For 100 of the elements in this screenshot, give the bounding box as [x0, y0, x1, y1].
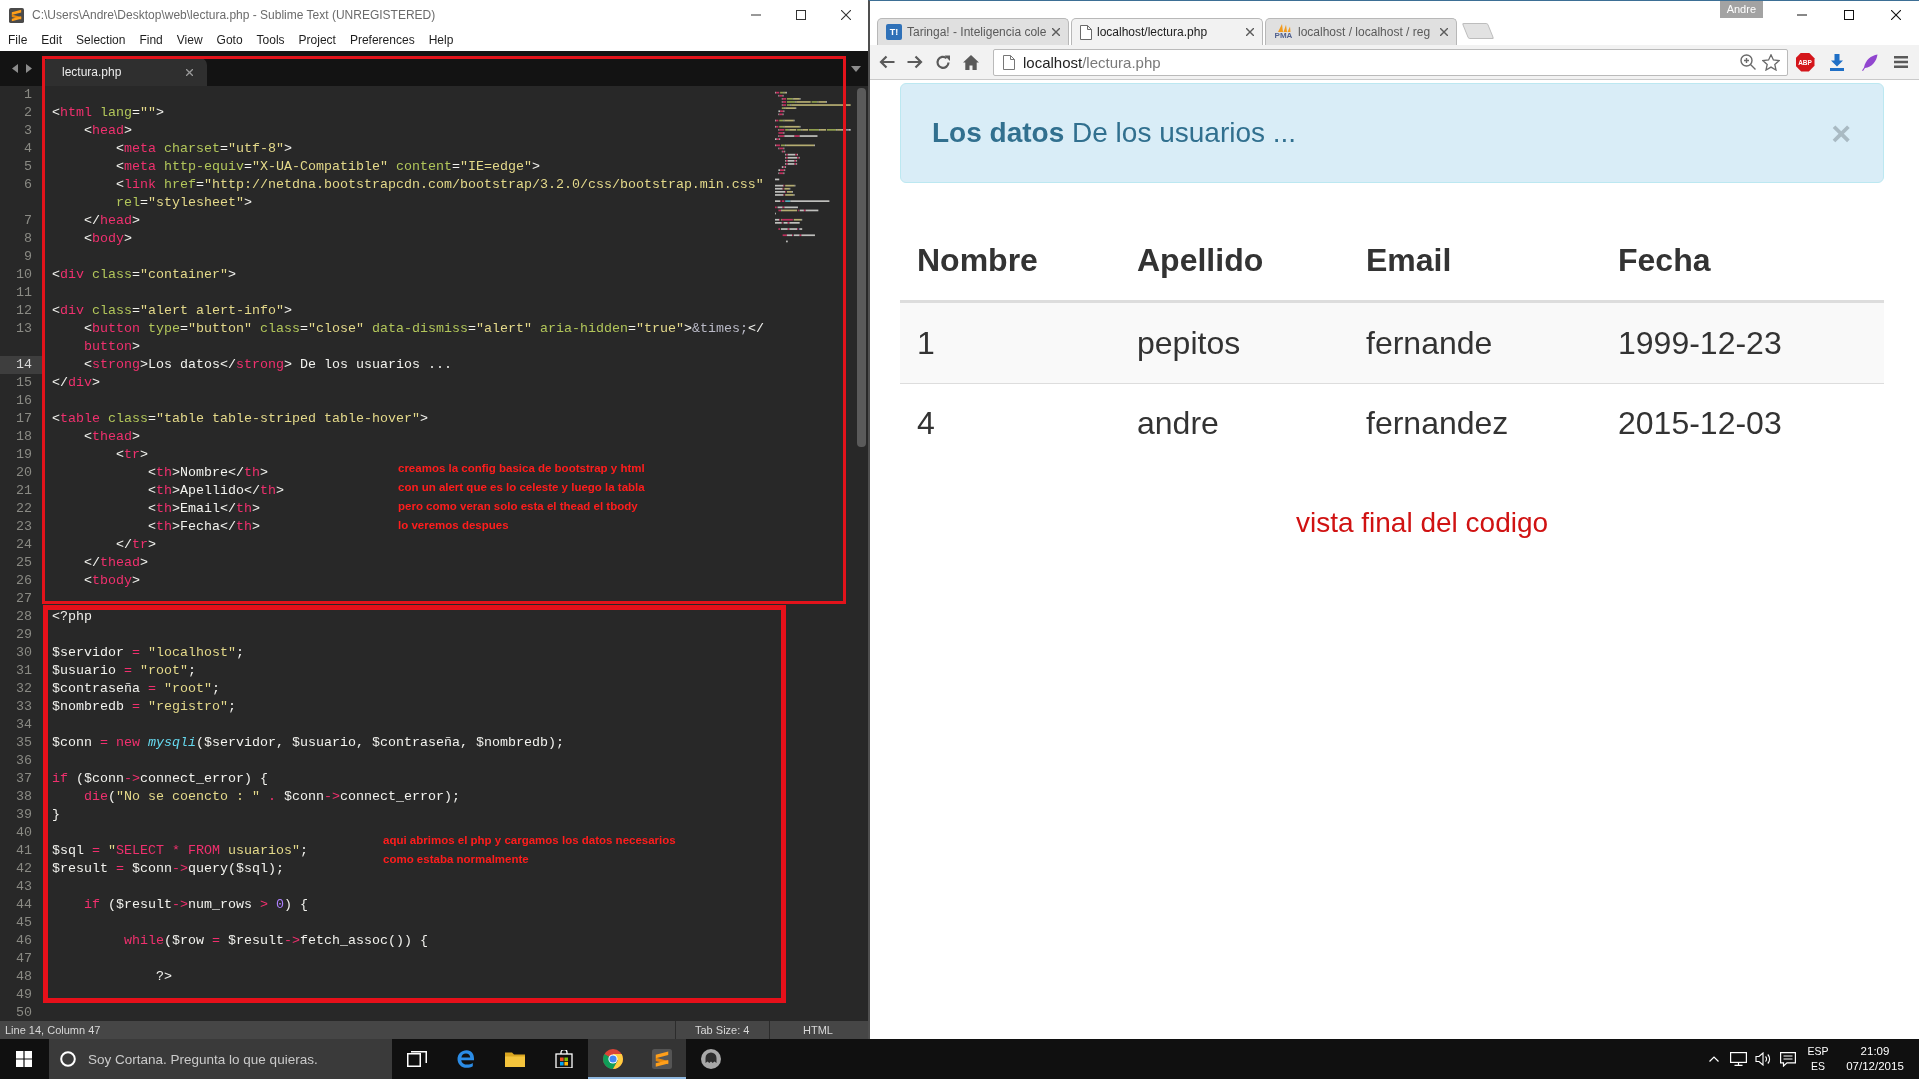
edge-logo-icon	[455, 1049, 476, 1069]
address-field[interactable]: localhost/lectura.php	[993, 48, 1788, 76]
line-number: 29	[16, 626, 32, 644]
table-cell: pepitos	[1137, 324, 1241, 362]
line-number: 1	[24, 86, 32, 104]
line-number: 23	[16, 518, 32, 536]
code-line: <meta http-equiv="X-UA-Compatible" content="IE=edge">	[115, 158, 540, 176]
syntax-label[interactable]: HTML	[803, 1024, 833, 1036]
code-line: $contraseña = "root";	[52, 680, 220, 698]
code-line: $servidor = "localhost";	[52, 644, 244, 662]
taskbar-button[interactable]	[637, 1039, 686, 1079]
browser-tab[interactable]: localhost/lectura.php	[1071, 18, 1263, 45]
caret-right-icon[interactable]	[25, 64, 32, 73]
menu-item[interactable]: Tools	[249, 30, 292, 51]
code-line: <div class="container">	[52, 266, 236, 284]
line-number: 11	[16, 284, 32, 302]
menu-item[interactable]: Find	[132, 30, 170, 51]
windows-logo-icon[interactable]	[16, 1051, 32, 1067]
volume-icon[interactable]	[1754, 1052, 1772, 1066]
code-line: <tbody>	[83, 572, 140, 590]
code-line: $conn = new mysqli($servidor, $usuario, $contraseña, $nombredb);	[52, 734, 564, 752]
line-number: 38	[16, 788, 32, 806]
menu-item[interactable]: Selection	[69, 30, 133, 51]
close-icon[interactable]	[1890, 10, 1901, 20]
caption-text: vista final del codigo	[1295, 507, 1549, 539]
favicon-badge: T!	[886, 24, 902, 40]
line-number: 22	[16, 500, 32, 518]
code-line: <th>Apellido</th>	[146, 482, 284, 500]
code-line: die("No se coencto : " . $conn->connect_error);	[83, 788, 460, 806]
browser-tab[interactable]: T! Taringa! - Inteligencia cole	[877, 18, 1069, 45]
table-cell: 4	[917, 405, 935, 442]
line-number: 40	[16, 824, 32, 842]
star-icon[interactable]	[1762, 53, 1780, 71]
maximize-icon[interactable]	[795, 10, 806, 20]
annotation-text: creamos la config basica de bootstrap y html con un alert que es lo celeste y luego la tabla pero como veran solo esta el thead el tbody lo veremos despues	[398, 461, 645, 533]
close-icon[interactable]	[1246, 28, 1254, 36]
zoom-icon[interactable]	[1740, 54, 1756, 70]
home-icon[interactable]	[963, 54, 979, 70]
reload-icon[interactable]	[935, 54, 951, 70]
alert-message: Los datos De los usuarios ...	[932, 117, 1297, 149]
maximize-icon[interactable]	[1843, 10, 1854, 20]
search-field[interactable]: Soy Cortana. Pregunta lo que quieras.	[49, 1039, 392, 1079]
code-line: <html lang="">	[52, 104, 164, 122]
clock-time[interactable]: 21:09	[1860, 1044, 1890, 1059]
menu-item[interactable]: Project	[291, 30, 343, 51]
line-number: 15	[16, 374, 32, 392]
minimize-icon[interactable]	[1796, 14, 1807, 16]
code-line: <meta charset="utf-8">	[115, 140, 292, 158]
line-number: 44	[16, 896, 32, 914]
line-number: 6	[24, 176, 32, 194]
taskbar-button[interactable]	[588, 1039, 637, 1079]
line-number: 50	[16, 1004, 32, 1021]
line-number: 8	[24, 230, 32, 248]
browser-tab[interactable]: PMA localhost / localhost / reg	[1265, 18, 1457, 45]
menu-icon[interactable]	[1894, 56, 1908, 68]
arrow-left-icon[interactable]	[879, 55, 895, 69]
column-header: Nombre	[917, 241, 1038, 279]
table-cell: andre	[1137, 405, 1219, 442]
caret-left-icon[interactable]	[11, 64, 18, 73]
code-line: if ($result->num_rows > 0) {	[83, 896, 308, 914]
line-number: 36	[16, 752, 32, 770]
menu-item[interactable]: File	[1, 30, 35, 51]
arrow-right-icon[interactable]	[907, 55, 923, 69]
menu-item[interactable]: View	[169, 30, 210, 51]
line-number: 17	[16, 410, 32, 428]
download-icon[interactable]	[1829, 53, 1845, 71]
feather-icon[interactable]	[1860, 53, 1878, 71]
annotation-text: aqui abrimos el php y cargamos los datos necesarios como estaba normalmente	[383, 833, 676, 867]
code-line: <thead>	[83, 428, 140, 446]
task-view-icon	[406, 1051, 427, 1067]
line-number: 39	[16, 806, 32, 824]
table-cell: fernande	[1366, 324, 1493, 362]
language-code[interactable]: ESP	[1807, 1044, 1829, 1059]
tab-size-label[interactable]: Tab Size: 4	[695, 1024, 750, 1036]
close-icon[interactable]	[840, 10, 851, 20]
line-number: 32	[16, 680, 32, 698]
code-line: $usuario = "root";	[52, 662, 196, 680]
caret-down-icon[interactable]	[851, 65, 861, 72]
menu-item[interactable]: Preferences	[342, 30, 422, 51]
minimize-icon[interactable]	[750, 14, 761, 16]
line-number: 47	[16, 950, 32, 968]
line-number: 35	[16, 734, 32, 752]
caret-up-icon[interactable]	[1709, 1056, 1720, 1062]
clock-date[interactable]: 07/12/2015	[1846, 1059, 1904, 1074]
menu-item[interactable]: Goto	[209, 30, 250, 51]
notification-icon[interactable]	[1779, 1051, 1796, 1067]
line-number: 24	[16, 536, 32, 554]
keyboard-layout[interactable]: ES	[1811, 1059, 1825, 1074]
line-number: 41	[16, 842, 32, 860]
menu-item[interactable]: Edit	[34, 30, 70, 51]
line-number: 33	[16, 698, 32, 716]
code-line: $sql = "SELECT * FROM usuarios";	[52, 842, 308, 860]
network-icon[interactable]	[1730, 1052, 1748, 1066]
menu-item[interactable]: Help	[421, 30, 461, 51]
scrollbar-thumb[interactable]	[857, 88, 866, 447]
code-line: ?>	[154, 968, 172, 986]
line-number: 46	[16, 932, 32, 950]
code-line: <th>Fecha</th>	[146, 518, 260, 536]
line-number: 3	[24, 122, 32, 140]
file-tab[interactable]: lectura.php	[43, 58, 207, 86]
